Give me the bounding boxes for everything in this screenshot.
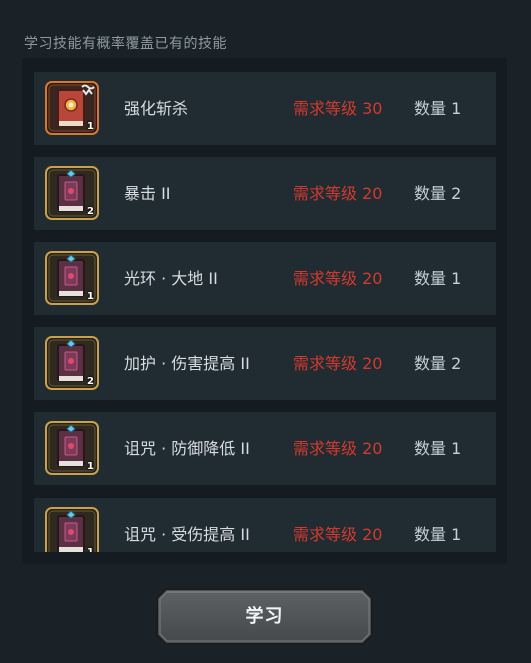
skill-icon-slot[interactable]: 1 [45,507,99,552]
skill-icon-slot[interactable]: 1 [45,421,99,475]
skill-icon-slot[interactable]: 1 [45,81,99,135]
skill-name: 暴击 II [124,184,171,203]
hint-text: 学习技能有概率覆盖已有的技能 [24,36,227,52]
learn-button[interactable]: 学习 [156,588,373,645]
skill-count: 数量 2 [414,354,462,373]
skill-name: 诅咒 · 受伤提高 II [124,525,250,544]
skill-row-4[interactable]: 1 诅咒 · 防御降低 II 需求等级 20 数量 1 [34,412,496,485]
skill-name: 诅咒 · 防御降低 II [124,439,250,458]
skill-count: 数量 1 [414,525,462,544]
skill-name: 光环 · 大地 II [124,269,218,288]
skill-icon-slot[interactable]: 2 [45,166,99,220]
skill-count: 数量 1 [414,99,462,118]
skill-row-0[interactable]: 1 强化斩杀 需求等级 30 数量 1 [34,72,496,145]
skill-list[interactable]: 1 强化斩杀 需求等级 30 数量 1 2 暴击 II 需求等级 20 数量 2… [34,72,496,552]
skill-row-5[interactable]: 1 诅咒 · 受伤提高 II 需求等级 20 数量 1 [34,498,496,552]
level-requirement: 需求等级 20 [293,525,383,544]
stack-count: 2 [87,376,94,387]
skill-book-icon [45,507,99,552]
level-requirement: 需求等级 20 [293,354,383,373]
skill-list-panel: 1 强化斩杀 需求等级 30 数量 1 2 暴击 II 需求等级 20 数量 2… [22,58,507,564]
stack-count: 1 [87,547,94,552]
level-requirement: 需求等级 30 [293,99,383,118]
level-requirement: 需求等级 20 [293,269,383,288]
stack-count: 1 [87,291,94,302]
skill-learn-screen: 学习技能有概率覆盖已有的技能 1 强化斩杀 需求等级 30 数量 1 2 暴击 … [0,0,531,663]
skill-count: 数量 1 [414,439,462,458]
stack-count: 2 [87,206,94,217]
skill-count: 数量 1 [414,269,462,288]
skill-name: 加护 · 伤害提高 II [124,354,250,373]
skill-name: 强化斩杀 [124,99,189,118]
skill-row-1[interactable]: 2 暴击 II 需求等级 20 数量 2 [34,157,496,230]
learn-button-label: 学习 [245,606,284,627]
skill-icon-slot[interactable]: 1 [45,251,99,305]
stack-count: 1 [87,121,94,132]
skill-count: 数量 2 [414,184,462,203]
level-requirement: 需求等级 20 [293,184,383,203]
level-requirement: 需求等级 20 [293,439,383,458]
skill-row-3[interactable]: 2 加护 · 伤害提高 II 需求等级 20 数量 2 [34,327,496,400]
stack-count: 1 [87,461,94,472]
skill-row-2[interactable]: 1 光环 · 大地 II 需求等级 20 数量 1 [34,242,496,315]
skill-icon-slot[interactable]: 2 [45,336,99,390]
